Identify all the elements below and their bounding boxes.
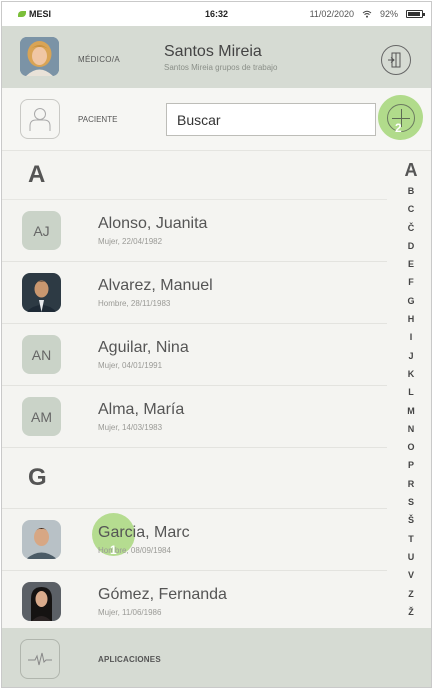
brand-name: MESI (29, 9, 52, 19)
ecg-pulse-icon (28, 652, 52, 666)
patient-info: Mujer, 04/01/1991 (98, 361, 163, 370)
section-letter: A (28, 161, 46, 188)
alphabet-letter[interactable]: F (400, 273, 422, 291)
patient-info: Mujer, 14/03/1983 (98, 423, 163, 432)
doctor-header: MÉDICO/A Santos Mireia Santos Mireia gru… (2, 26, 431, 88)
doctor-avatar (20, 37, 59, 76)
alphabet-letter[interactable]: N (400, 420, 422, 438)
patient-name: Alonso, Juanita (98, 215, 208, 232)
alphabet-letter[interactable]: P (400, 456, 422, 474)
add-patient-button[interactable]: 2 (378, 95, 423, 140)
alphabet-letter[interactable]: K (400, 365, 422, 383)
initials-avatar: AJ (22, 211, 61, 250)
alphabet-letter[interactable]: H (400, 310, 422, 328)
patient-name: Alma, María (98, 401, 185, 418)
alphabet-letter[interactable]: C (400, 200, 422, 218)
battery-percent: 92% (379, 9, 398, 19)
list-item[interactable]: Alvarez, Manuel Hombre, 28/11/1983 (2, 261, 387, 323)
alphabet-letter[interactable]: M (400, 402, 422, 420)
search-input[interactable] (166, 103, 376, 136)
alphabet-letter[interactable]: J (400, 347, 422, 365)
doctor-name[interactable]: Santos Mireia (164, 43, 262, 61)
patient-name: Alvarez, Manuel (98, 277, 213, 294)
patient-list: A AJ Alonso, Juanita Mujer, 22/04/1982 A… (2, 152, 387, 632)
patient-name: Aguilar, Nina (98, 339, 189, 356)
patient-bar: PACIENTE 2 (2, 88, 431, 151)
list-item[interactable]: AJ Alonso, Juanita Mujer, 22/04/1982 (2, 199, 387, 261)
role-label: MÉDICO/A (78, 55, 120, 64)
tap-step-marker: 2 (395, 121, 402, 135)
patient-info: Mujer, 11/06/1986 (98, 608, 162, 617)
section-header: A (2, 152, 387, 199)
alphabet-letter[interactable]: U (400, 548, 422, 566)
initials-avatar: AN (22, 335, 61, 374)
patient-info: Hombre, 08/09/1984 (98, 546, 171, 555)
person-icon (29, 108, 51, 131)
initials-avatar: AM (22, 397, 61, 436)
battery-icon (406, 10, 425, 18)
wifi-icon (362, 10, 372, 18)
avatar (22, 582, 61, 621)
patient-info: Mujer, 22/04/1982 (98, 237, 163, 246)
status-date: 11/02/2020 (309, 9, 354, 19)
doctor-subtitle: Santos Mireia grupos de trabajo (164, 63, 278, 72)
alphabet-letter[interactable]: Z (400, 585, 422, 603)
patient-name: Gómez, Fernanda (98, 586, 227, 603)
avatar (22, 520, 61, 559)
patient-info: Hombre, 28/11/1983 (98, 299, 171, 308)
patient-label: PACIENTE (78, 115, 118, 124)
applications-button[interactable] (20, 639, 60, 679)
avatar (22, 273, 61, 312)
tap-step-marker: 1 (110, 543, 117, 557)
footer-bar: APLICACIONES (2, 628, 431, 687)
list-item[interactable]: Garcia, Marc Hombre, 08/09/1984 1 (2, 508, 387, 570)
alphabet-letter[interactable]: T (400, 530, 422, 548)
alphabet-letter[interactable]: R (400, 475, 422, 493)
status-bar: MESI 16:32 11/02/2020 92% (2, 2, 431, 26)
section-header: G (2, 447, 387, 508)
clock: 16:32 (204, 9, 229, 19)
patient-icon-button[interactable] (20, 99, 60, 139)
section-letter: G (28, 464, 47, 491)
leaf-icon (18, 11, 26, 17)
alphabet-letter[interactable]: S (400, 493, 422, 511)
logout-button[interactable] (381, 45, 411, 75)
applications-label[interactable]: APLICACIONES (98, 655, 161, 664)
list-item[interactable]: AN Aguilar, Nina Mujer, 04/01/1991 (2, 323, 387, 385)
alphabet-current[interactable]: A (400, 160, 422, 182)
list-item[interactable]: Gómez, Fernanda Mujer, 11/06/1986 (2, 570, 387, 632)
logout-icon (388, 52, 401, 68)
alphabet-index[interactable]: A BCČDEFGHIJKLMNOPRSŠTUVZŽ (400, 160, 422, 621)
alphabet-letter[interactable]: Š (400, 511, 422, 529)
alphabet-letters: BCČDEFGHIJKLMNOPRSŠTUVZŽ (400, 182, 422, 621)
patient-name: Garcia, Marc (98, 524, 190, 541)
alphabet-letter[interactable]: B (400, 182, 422, 200)
alphabet-letter[interactable]: Č (400, 219, 422, 237)
brand: MESI (18, 9, 51, 19)
alphabet-letter[interactable]: G (400, 292, 422, 310)
alphabet-letter[interactable]: I (400, 328, 422, 346)
alphabet-letter[interactable]: D (400, 237, 422, 255)
alphabet-letter[interactable]: Ž (400, 603, 422, 621)
app-frame: MESI 16:32 11/02/2020 92% MÉDICO/A Santo… (1, 1, 432, 688)
alphabet-letter[interactable]: L (400, 383, 422, 401)
alphabet-letter[interactable]: V (400, 566, 422, 584)
list-item[interactable]: AM Alma, María Mujer, 14/03/1983 (2, 385, 387, 447)
alphabet-letter[interactable]: O (400, 438, 422, 456)
alphabet-letter[interactable]: E (400, 255, 422, 273)
